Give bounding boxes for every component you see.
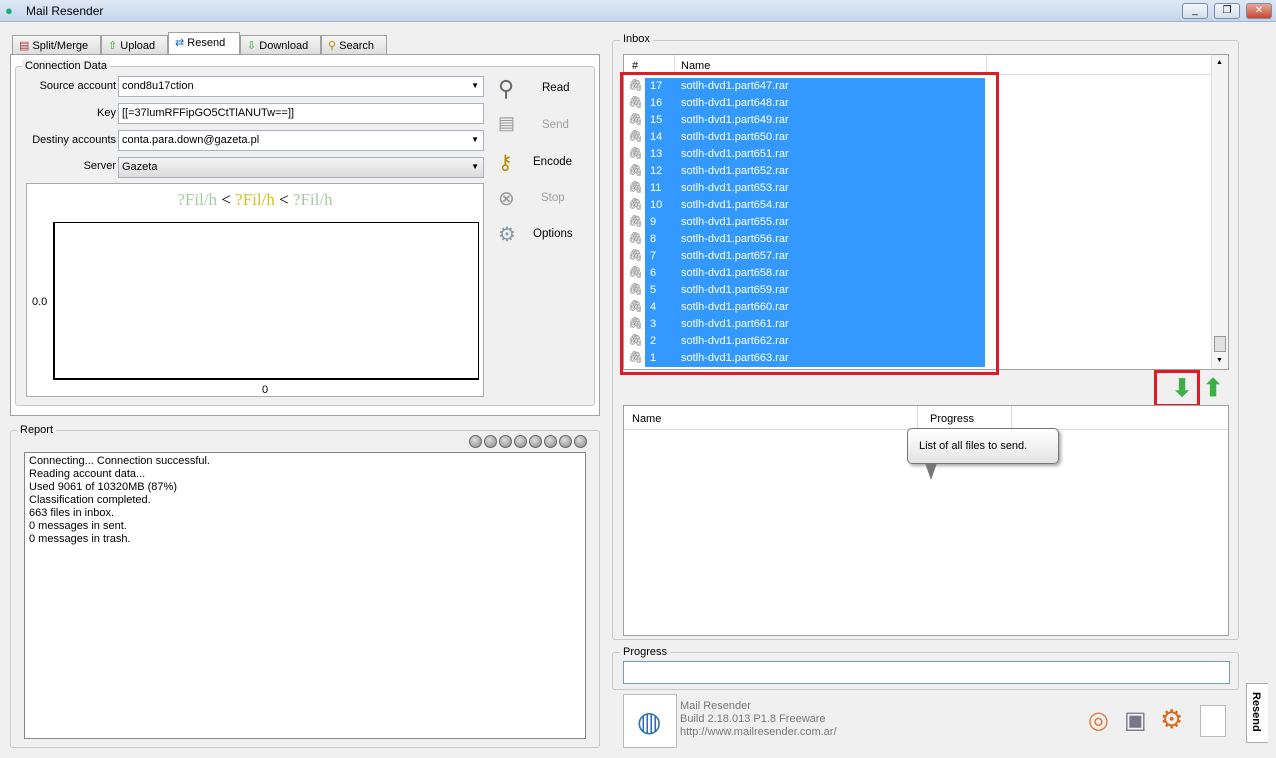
status-led — [499, 435, 512, 448]
move-down-arrow-icon[interactable]: ⬇ — [1172, 374, 1192, 403]
report-line: 0 messages in sent. — [29, 520, 127, 532]
tooltip: List of all files to send. — [907, 428, 1059, 464]
speed-graph: ?Fil/h < ?Fil/h < ?Fil/h 0.0 0 — [26, 183, 484, 397]
envelope-icon: ▤ — [498, 113, 516, 133]
report-line: Reading account data... — [29, 468, 146, 480]
destiny-accounts-select[interactable]: conta.para.down@gazeta.pl ▼ — [118, 130, 484, 151]
settings-gears-icon[interactable]: ⚙ — [1160, 704, 1183, 735]
column-header-name[interactable]: Name — [632, 413, 661, 425]
close-button[interactable]: ✕ — [1246, 3, 1272, 19]
max-speed: ?Fil/h — [292, 190, 333, 209]
server-select[interactable]: Gazeta ▼ — [118, 157, 484, 178]
app-logo: ◍ — [623, 694, 677, 748]
resend-arrows-icon: ⇄ — [175, 37, 185, 49]
lt-sign: < — [279, 190, 289, 209]
key-input[interactable]: [[=37lumRFFipGO5CtTlANUTw==]] — [118, 103, 484, 124]
help-lifebuoy-icon[interactable]: ◎ — [1088, 706, 1109, 735]
tab-split-merge[interactable]: ▤ Split/Merge — [12, 35, 101, 54]
column-header-name[interactable]: Name — [681, 60, 710, 72]
inbox-scrollbar[interactable]: ▲ ▼ — [1211, 55, 1228, 369]
scroll-down-icon[interactable]: ▼ — [1216, 357, 1223, 364]
graph-plot-area — [53, 222, 479, 380]
about-info: Mail Resender Build 2.18.013 P1.8 Freewa… — [680, 700, 837, 739]
document-icon[interactable] — [1200, 705, 1226, 737]
tooltip-pointer — [925, 463, 937, 480]
title-bar: ● Mail Resender _ ❐ ✕ — [0, 0, 1276, 22]
about-name: Mail Resender — [680, 700, 751, 712]
tab-download[interactable]: ⇩ Download — [240, 35, 321, 54]
column-header-progress[interactable]: Progress — [930, 413, 974, 425]
send-list-header: Name Progress — [624, 406, 1228, 430]
chevron-down-icon: ▼ — [471, 81, 479, 90]
report-legend: Report — [17, 424, 57, 436]
current-speed: ?Fil/h — [235, 190, 275, 209]
status-led — [544, 435, 557, 448]
source-account-select[interactable]: cond8u17ction ▼ — [118, 76, 484, 97]
status-led — [484, 435, 497, 448]
server-label: Server — [83, 160, 116, 172]
download-arrow-icon: ⇩ — [247, 40, 257, 52]
split-merge-icon: ▤ — [19, 40, 30, 52]
status-led — [574, 435, 587, 448]
connection-data-legend: Connection Data — [22, 60, 110, 72]
report-log: Connecting... Connection successful. Read… — [24, 452, 586, 739]
globe-icon: ◍ — [637, 706, 662, 737]
upload-arrow-icon: ⇧ — [108, 40, 118, 52]
highlight-inbox-selection — [620, 72, 999, 375]
status-indicators — [469, 435, 587, 448]
report-line: Used 9061 of 10320MB (87%) — [29, 481, 177, 493]
source-account-label: Source account — [39, 80, 116, 92]
move-up-arrow-icon[interactable]: ⬆ — [1203, 374, 1223, 403]
about-url[interactable]: http://www.mailresender.com.ar/ — [680, 726, 837, 739]
tab-search[interactable]: ⚲ Search — [321, 35, 387, 54]
key-label: Key — [97, 107, 116, 119]
report-line: Connecting... Connection successful. — [29, 455, 210, 467]
side-tab-resend[interactable]: Resend — [1246, 683, 1268, 743]
chevron-down-icon: ▼ — [471, 162, 479, 171]
minimize-button[interactable]: _ — [1182, 3, 1208, 19]
options-gear-icon: ⚙ — [498, 224, 516, 246]
app-icon: ● — [5, 3, 13, 18]
status-led — [559, 435, 572, 448]
status-led — [529, 435, 542, 448]
report-line: Classification completed. — [29, 494, 151, 506]
progress-bar — [623, 661, 1230, 684]
inbox-legend: Inbox — [620, 33, 653, 45]
search-icon: ⚲ — [328, 40, 337, 52]
scroll-thumb[interactable] — [1214, 336, 1226, 352]
min-speed: ?Fil/h — [177, 190, 218, 209]
magnifier-icon: ⚲ — [498, 76, 515, 101]
column-header-number[interactable]: # — [632, 60, 638, 72]
y-tick: 0.0 — [32, 296, 48, 308]
install-package-icon[interactable]: ▣ — [1124, 706, 1147, 735]
status-led — [469, 435, 482, 448]
chevron-down-icon: ▼ — [471, 135, 479, 144]
keys-icon: ⚷ — [498, 152, 513, 174]
destiny-accounts-label: Destiny accounts — [32, 134, 116, 146]
lt-sign: < — [221, 190, 231, 209]
tab-resend[interactable]: ⇄ Resend — [168, 32, 240, 55]
x-tick: 0 — [262, 384, 269, 396]
restore-button[interactable]: ❐ — [1214, 3, 1240, 19]
progress-legend: Progress — [620, 646, 671, 658]
tab-upload[interactable]: ⇧ Upload — [101, 35, 168, 54]
scroll-up-icon[interactable]: ▲ — [1216, 59, 1223, 66]
report-line: 0 messages in trash. — [29, 533, 131, 545]
about-build: Build 2.18.013 P1.8 Freeware — [680, 713, 826, 725]
window-title: Mail Resender — [26, 4, 104, 18]
stop-x-icon: ⊗ — [498, 188, 515, 210]
report-line: 663 files in inbox. — [29, 507, 114, 519]
status-led — [514, 435, 527, 448]
